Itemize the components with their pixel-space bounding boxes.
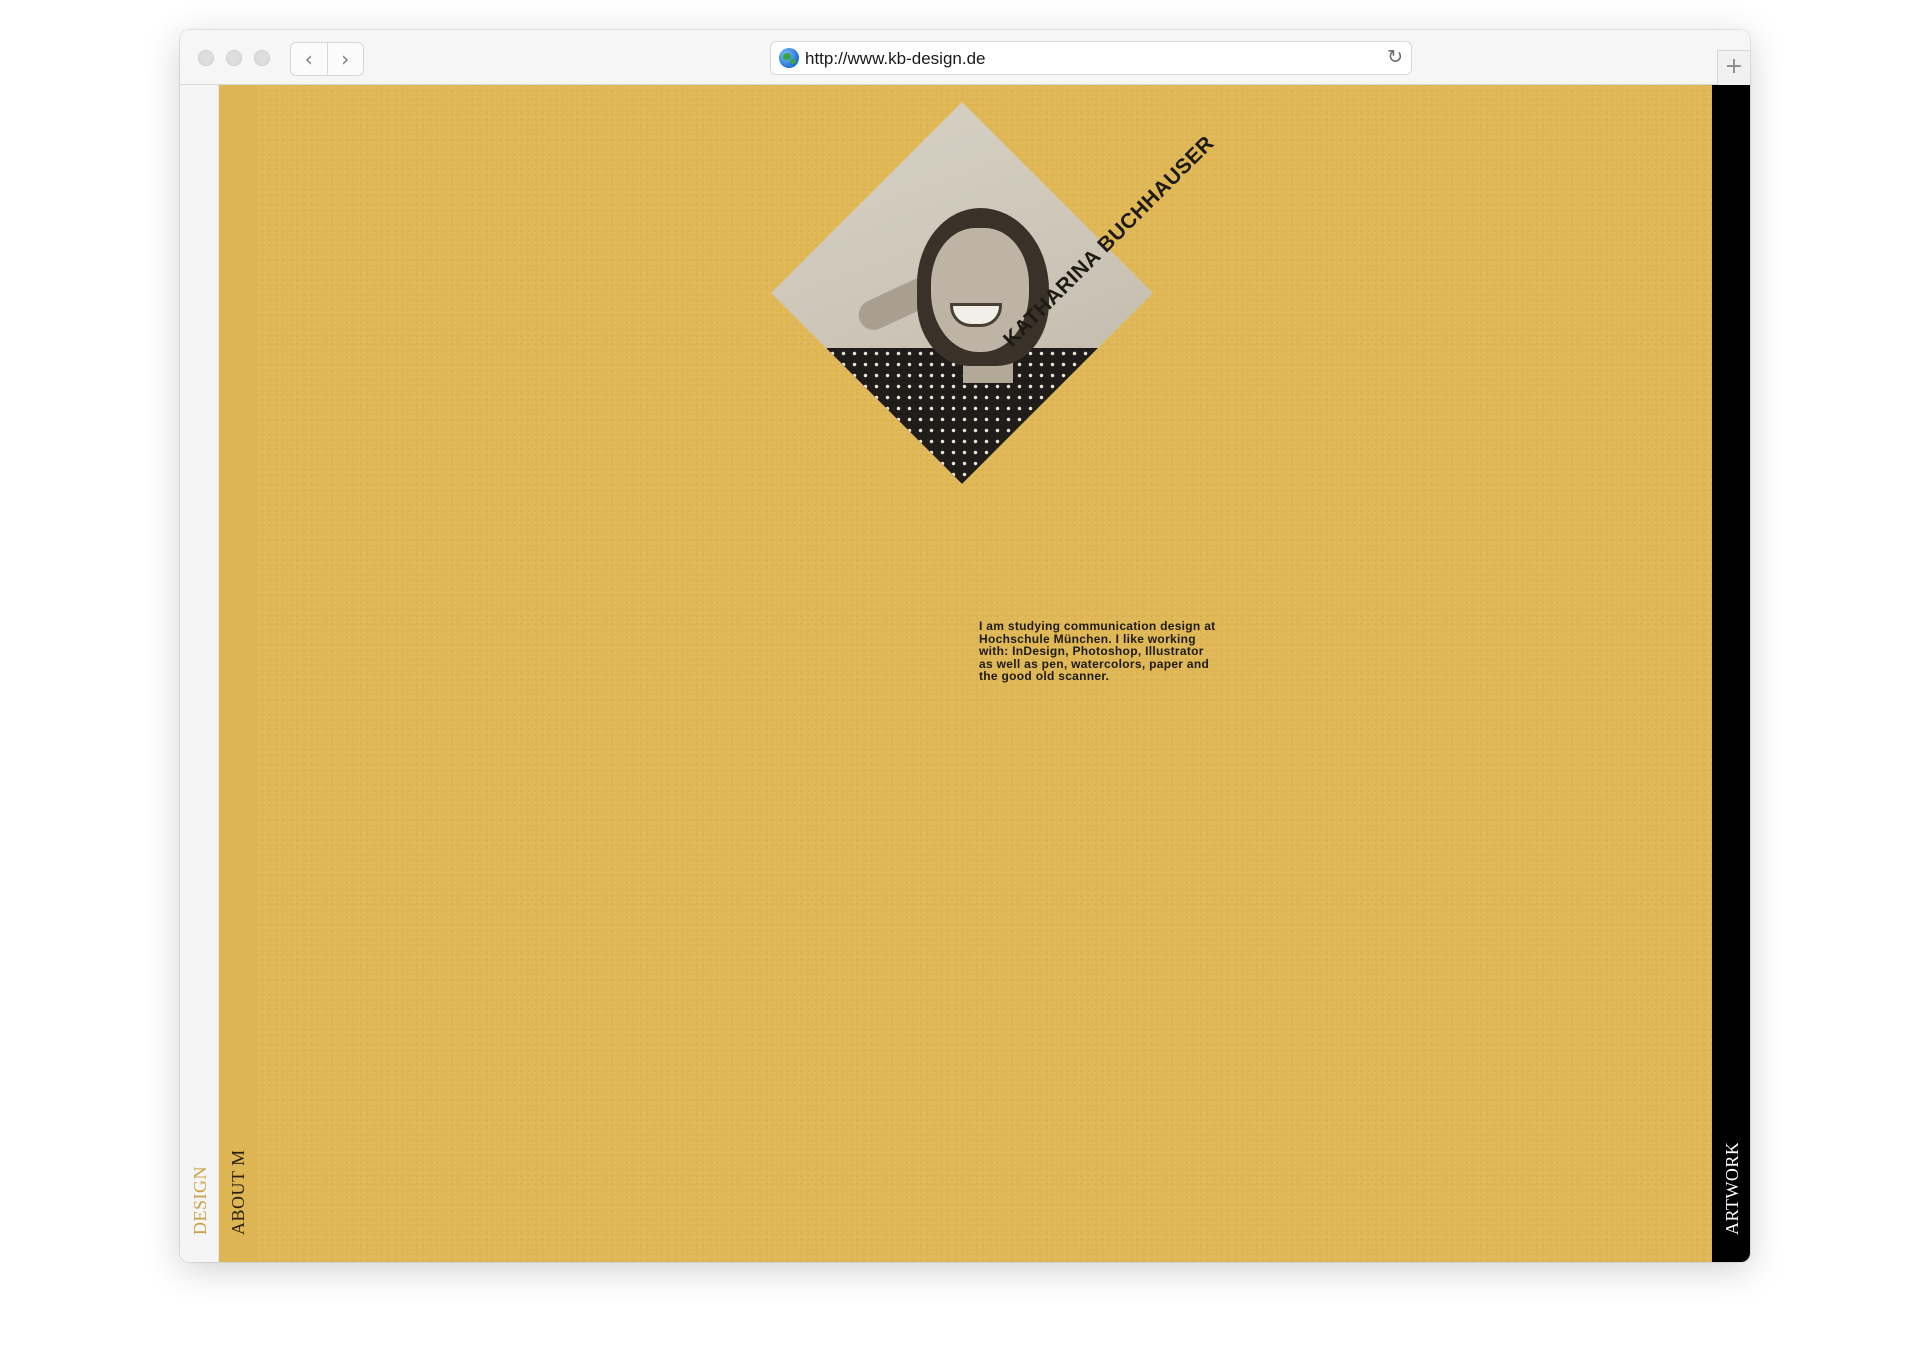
- portrait-frame: [771, 102, 1153, 484]
- minimize-window-button[interactable]: [226, 50, 242, 66]
- history-nav: ‹ ›: [290, 42, 364, 76]
- profile-bio: I am studying communication design at Ho…: [979, 619, 1216, 683]
- portrait-photo: [771, 102, 1153, 484]
- new-tab-button[interactable]: +: [1717, 50, 1750, 85]
- reload-icon[interactable]: ↻: [1387, 46, 1403, 68]
- page-viewport: KATHARINA BUCHHAUSER I am studying commu…: [180, 85, 1750, 1262]
- design-panel[interactable]: [180, 85, 219, 1262]
- artwork-nav-label[interactable]: ARTWORK: [1722, 1143, 1743, 1235]
- address-bar[interactable]: http://www.kb-design.de ↻: [770, 41, 1412, 75]
- about-panel[interactable]: [219, 85, 257, 1262]
- artwork-panel[interactable]: [1712, 85, 1750, 1262]
- design-nav-label[interactable]: DESIGN: [190, 1165, 211, 1235]
- chevron-right-icon: ›: [341, 47, 350, 71]
- globe-icon: [779, 48, 799, 68]
- plus-icon: +: [1724, 54, 1744, 79]
- chevron-left-icon: ‹: [304, 47, 313, 71]
- back-button[interactable]: ‹: [291, 43, 327, 75]
- forward-button[interactable]: ›: [326, 43, 364, 75]
- about-content: KATHARINA BUCHHAUSER I am studying commu…: [257, 85, 1712, 1262]
- url-text: http://www.kb-design.de: [805, 49, 986, 68]
- browser-window: ‹ › http://www.kb-design.de ↻ + KATHARIN…: [180, 30, 1750, 1262]
- close-window-button[interactable]: [198, 50, 214, 66]
- browser-toolbar: ‹ › http://www.kb-design.de ↻ +: [180, 30, 1750, 85]
- about-nav-label[interactable]: ABOUT ME: [228, 1151, 249, 1235]
- zoom-window-button[interactable]: [254, 50, 270, 66]
